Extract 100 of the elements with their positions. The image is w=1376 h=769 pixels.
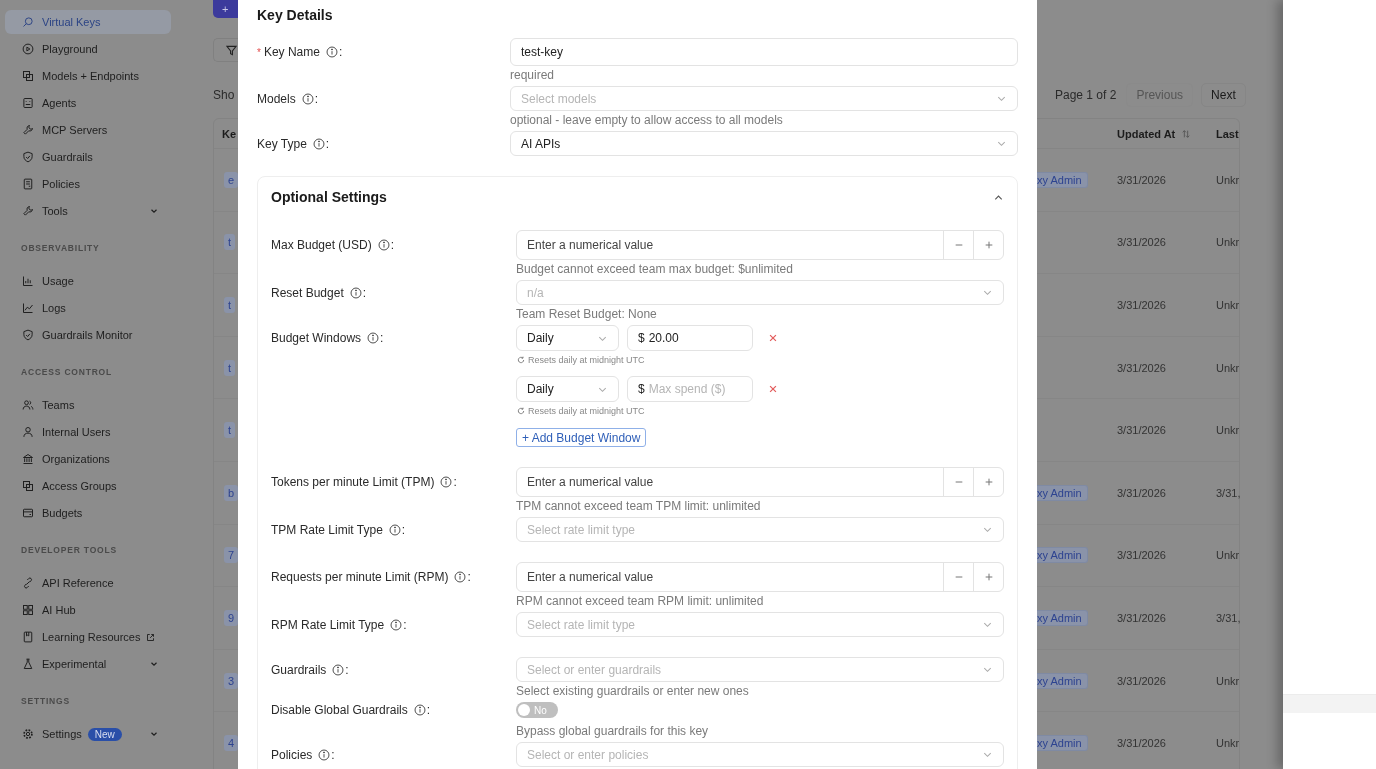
field-hint: optional - leave empty to allow access to all models (510, 113, 783, 127)
field-label: Budget Windows (271, 331, 362, 345)
table-cell: 3/31/2026 (1117, 361, 1166, 374)
key-chip[interactable]: t (224, 422, 236, 439)
sidebar-item[interactable]: Models + Endpoints (5, 64, 171, 88)
add-budget-window-button[interactable]: + Add Budget Window (516, 428, 647, 447)
field-label: Guardrails (271, 662, 327, 677)
sidebar-item[interactable]: Budgets (5, 501, 171, 525)
table-cell: 3/31, (1216, 611, 1241, 624)
next-button[interactable]: Next (1201, 83, 1246, 107)
table-cell: 3/31/2026 (1117, 674, 1166, 687)
table-cell: Unkr (1216, 674, 1240, 687)
label-colon: : (401, 522, 406, 537)
label-colon: : (362, 285, 367, 300)
sidebar-item[interactable]: Access Groups (5, 474, 171, 498)
table-cell: 3/31/2026 (1117, 236, 1166, 249)
field-label: Key Type (257, 136, 307, 151)
reset-note: Resets daily at midnight UTC (528, 355, 645, 365)
field-hint: required (510, 68, 555, 82)
field-label: Reset Budget (271, 285, 344, 300)
label-colon: : (325, 136, 330, 151)
section-header[interactable]: Optional Settings (258, 177, 1017, 217)
table-cell: 3/31/2026 (1117, 737, 1166, 750)
table-cell: Unkr (1216, 236, 1240, 249)
field-label: Models (257, 91, 296, 106)
column-header[interactable]: Last (1216, 127, 1239, 140)
table-cell: Unkr (1216, 173, 1240, 186)
sidebar-item[interactable]: Learning Resources (5, 625, 171, 649)
amount-field[interactable]: $ Max spend ($) (627, 376, 753, 402)
field-hint: Team Reset Budget: None (516, 307, 657, 321)
sidebar-item[interactable]: Logs (5, 296, 171, 320)
key-chip[interactable]: t (224, 359, 236, 376)
column-header[interactable]: Updated At (1117, 127, 1176, 140)
field-hint: RPM cannot exceed team RPM limit: unlimited (516, 594, 764, 608)
column-header: Ke (221, 127, 237, 140)
showing-text: Sho (213, 88, 235, 102)
text-field[interactable]: test-key (510, 38, 1018, 66)
key-chip[interactable]: 3 (224, 672, 238, 689)
sidebar-item[interactable]: Internal Users (5, 420, 171, 444)
key-chip[interactable]: 7 (224, 547, 238, 564)
key-chip[interactable]: b (224, 484, 238, 501)
table-cell: Unkr (1216, 737, 1240, 750)
label-colon: : (380, 331, 384, 345)
sidebar-item[interactable]: Tools (5, 199, 171, 223)
sidebar-item[interactable]: Organizations (5, 447, 171, 471)
sidebar-item[interactable]: AI Hub (5, 598, 171, 622)
label-colon: : (426, 703, 431, 717)
table-cell: 3/31/2026 (1117, 424, 1166, 437)
period-select[interactable]: Daily (516, 376, 619, 402)
sidebar-item[interactable]: Policies (5, 172, 171, 196)
field-label: Max Budget (USD) (271, 238, 372, 252)
table-cell: 3/31/2026 (1117, 299, 1166, 311)
new-badge: New (87, 727, 122, 741)
key-chip[interactable]: 4 (224, 735, 238, 752)
sidebar-item[interactable]: Guardrails Monitor (5, 323, 171, 347)
select-field[interactable]: AI APIs (510, 131, 1018, 156)
label-colon: : (331, 747, 335, 762)
label-colon: : (403, 617, 407, 632)
field-label: Policies (271, 747, 313, 762)
role-tag: xy Admin (1037, 171, 1088, 188)
table-cell: 3/31/2026 (1117, 173, 1166, 186)
required-mark: * (257, 46, 261, 58)
amount-field[interactable]: $ 20.00 (627, 325, 753, 351)
key-chip[interactable]: t (224, 297, 236, 313)
table-cell: 3/31/2026 (1117, 549, 1166, 562)
field-hint: Budget cannot exceed team max budget: $unlimited (516, 262, 793, 276)
table-cell: Unkr (1216, 299, 1240, 311)
sidebar-item[interactable]: API Reference (5, 571, 171, 595)
table-cell: 3/31/2026 (1117, 486, 1166, 499)
key-chip[interactable]: e (224, 171, 238, 188)
key-chip[interactable]: t (224, 234, 236, 251)
field-label: Tokens per minute Limit (TPM) (271, 475, 435, 489)
table-cell: Unkr (1216, 549, 1240, 562)
sidebar-item[interactable]: Guardrails (5, 145, 171, 169)
field-hint: Select existing guardrails or enter new ones (516, 684, 749, 698)
field-label: Requests per minute Limit (RPM) (271, 570, 449, 584)
role-tag: xy Admin (1037, 609, 1088, 626)
field-label: TPM Rate Limit Type (271, 522, 383, 537)
sidebar-item[interactable]: Experimental (5, 652, 171, 676)
sidebar-item[interactable]: Usage (5, 269, 171, 293)
sidebar-item[interactable]: Playground (5, 37, 171, 61)
create-button[interactable]: + (213, 0, 238, 18)
label-colon: : (345, 662, 349, 677)
sidebar-item[interactable]: MCP Servers (5, 118, 171, 142)
period-select[interactable]: Daily (516, 325, 619, 351)
section-heading: DEVELOPER TOOLS (21, 545, 117, 555)
field-label: Key Name (263, 45, 320, 59)
sidebar-item[interactable]: Agents (5, 91, 171, 115)
label-colon: : (338, 45, 343, 59)
label-colon: : (453, 475, 457, 489)
section-heading: ACCESS CONTROL (21, 367, 112, 377)
sidebar-item[interactable]: Virtual Keys (5, 10, 171, 34)
label-colon: : (390, 238, 395, 252)
key-chip[interactable]: 9 (224, 609, 238, 626)
role-tag: xy Admin (1037, 672, 1088, 689)
page-indicator: Page 1 of 2 (1055, 88, 1117, 102)
role-tag: xy Admin (1037, 484, 1088, 501)
sidebar-item[interactable]: Settings New (5, 722, 171, 746)
field-hint: Bypass global guardrails for this key (516, 724, 709, 738)
sidebar-item[interactable]: Teams (5, 393, 171, 417)
